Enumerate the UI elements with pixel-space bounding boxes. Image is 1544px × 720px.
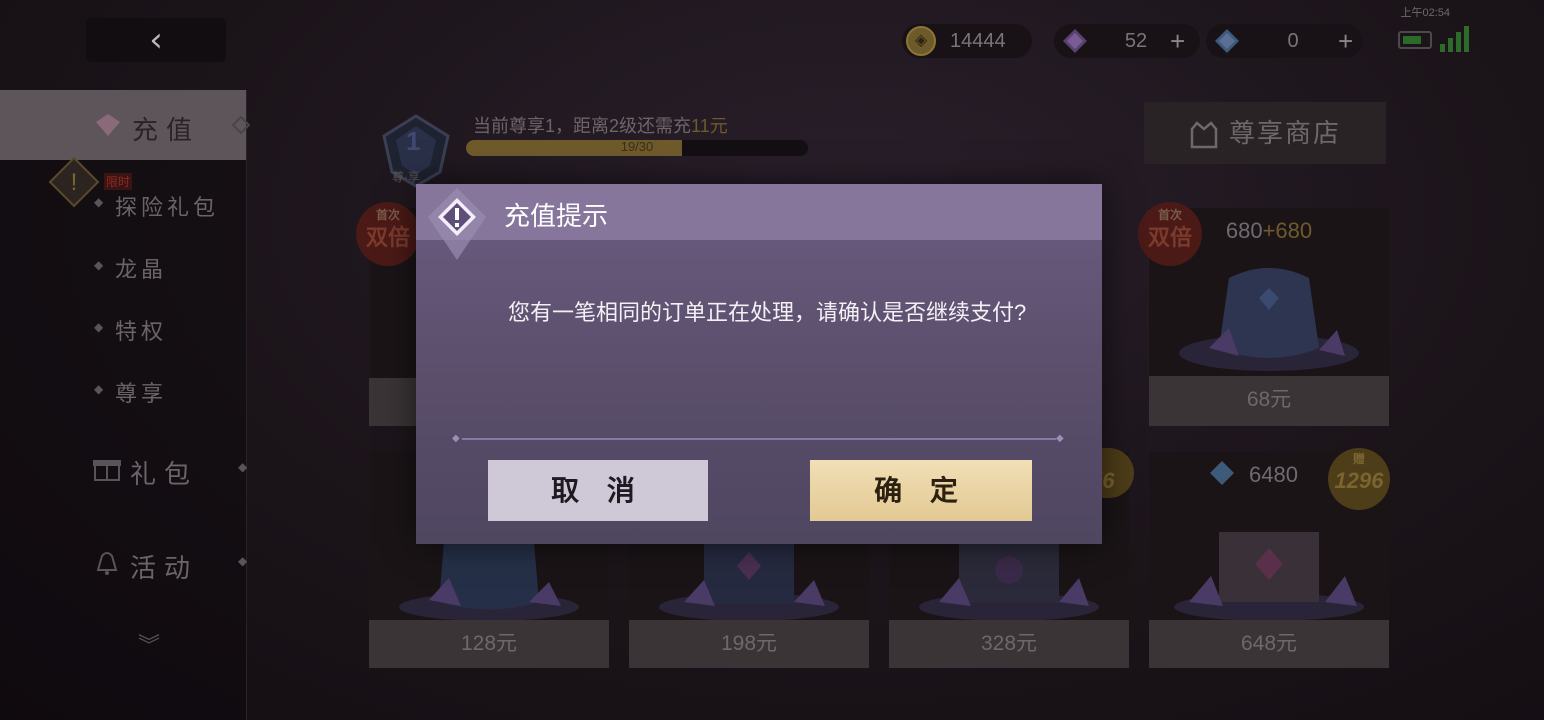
vip-text-amount: 11元 bbox=[691, 116, 728, 136]
coin-value: 14444 bbox=[950, 29, 1006, 52]
divider-end-icon: ◆ bbox=[1056, 433, 1064, 444]
diamond-counter: 52 + bbox=[1054, 24, 1200, 58]
exclusive-shop-button[interactable]: 尊享商店 bbox=[1144, 102, 1386, 164]
expand-more-icon[interactable]: ︾ bbox=[138, 628, 160, 660]
sidebar-item-dragon-crystal[interactable]: 龙晶 bbox=[115, 252, 167, 284]
recharge-prompt-dialog: 充值提示 您有一笔相同的订单正在处理，请确认是否继续支付? ◆ ◆ 取 消 确 … bbox=[416, 184, 1102, 544]
crystal-value: 0 bbox=[1287, 29, 1299, 52]
status-time: 上午02:54 bbox=[1400, 7, 1450, 19]
dialog-divider bbox=[462, 438, 1056, 440]
first-double-badge: 首次 双倍 bbox=[1138, 202, 1202, 266]
gift-tag: 赠 bbox=[1352, 452, 1365, 466]
vip-progress-value: 19/30 bbox=[620, 139, 654, 154]
vip-level: 1 bbox=[406, 126, 421, 156]
vip-text-prefix: 当前尊享1，距离2级还需充 bbox=[473, 116, 692, 136]
diamond-icon bbox=[96, 114, 120, 136]
shop-icon bbox=[1190, 121, 1218, 149]
diamond-marker-icon: ◆ bbox=[238, 554, 248, 568]
sidebar-item-activity[interactable]: 活动 ◆ bbox=[0, 534, 248, 594]
sidebar-item-gift[interactable]: 礼包 ◆ bbox=[0, 440, 248, 500]
card-price: 328元 bbox=[889, 620, 1129, 668]
alert-icon: ! bbox=[48, 156, 100, 208]
sidebar-label-gift: 礼包 bbox=[130, 459, 199, 489]
bullet-icon: ◆ bbox=[94, 320, 104, 334]
double-label: 双倍 bbox=[1147, 225, 1192, 250]
vip-badge: 1 尊·享 bbox=[366, 112, 466, 192]
add-crystal-button[interactable]: + bbox=[1338, 26, 1353, 57]
cancel-button[interactable]: 取 消 bbox=[488, 460, 708, 521]
double-label: 双倍 bbox=[365, 225, 410, 250]
dialog-title: 充值提示 bbox=[504, 201, 609, 231]
coin-counter: ◈ 14444 bbox=[902, 24, 1032, 58]
sidebar-item-adventure-pack[interactable]: 探险礼包 bbox=[115, 190, 219, 222]
bullet-icon: ◆ bbox=[94, 382, 104, 396]
coin-icon: ◈ bbox=[906, 26, 936, 56]
diamond-marker-icon bbox=[232, 116, 250, 134]
card-price: 68元 bbox=[1149, 376, 1389, 426]
bullet-icon: ◆ bbox=[94, 258, 104, 272]
crystal-icon bbox=[1215, 29, 1239, 53]
first-time-label: 首次 bbox=[375, 208, 400, 222]
gift-icon bbox=[93, 460, 121, 481]
first-double-badge: 首次 双倍 bbox=[356, 202, 420, 266]
warning-icon bbox=[428, 188, 486, 260]
add-diamond-button[interactable]: + bbox=[1170, 26, 1185, 57]
sidebar-label-activity: 活动 bbox=[130, 553, 199, 583]
divider-end-icon: ◆ bbox=[452, 433, 460, 444]
bullet-icon: ◆ bbox=[94, 195, 104, 209]
limited-tag: 限时 bbox=[104, 173, 133, 190]
sidebar-label-recharge: 充值 bbox=[132, 115, 201, 145]
diamond-marker-icon: ◆ bbox=[238, 460, 248, 474]
vip-label: 尊·享 bbox=[392, 170, 420, 184]
gift-value-badge: 赠 1296 bbox=[1328, 448, 1390, 510]
crystal-counter: 0 + bbox=[1206, 24, 1362, 58]
first-time-label: 首次 bbox=[1157, 208, 1182, 222]
card-price: 198元 bbox=[629, 620, 869, 668]
sidebar-item-privilege[interactable]: 特权 bbox=[115, 314, 167, 346]
back-button[interactable]: ‹ bbox=[86, 18, 226, 62]
shop-button-label: 尊享商店 bbox=[1228, 118, 1341, 148]
card-price: 128元 bbox=[369, 620, 609, 668]
diamond-value: 52 bbox=[1124, 29, 1148, 52]
vip-progress-text: 当前尊享1，距离2级还需充11元 bbox=[473, 112, 728, 138]
confirm-button[interactable]: 确 定 bbox=[810, 460, 1032, 521]
card-price: 648元 bbox=[1149, 620, 1389, 668]
dialog-message: 您有一笔相同的订单正在处理，请确认是否继续支付? bbox=[508, 300, 1027, 325]
signal-icon bbox=[1440, 26, 1470, 52]
bell-icon bbox=[96, 552, 118, 575]
diamond-icon bbox=[1063, 29, 1087, 53]
svg-text:!: ! bbox=[71, 169, 78, 196]
battery-icon bbox=[1398, 31, 1432, 49]
sidebar-item-exclusive[interactable]: 尊享 bbox=[115, 376, 167, 408]
sidebar-item-recharge[interactable]: 充值 bbox=[0, 90, 250, 160]
